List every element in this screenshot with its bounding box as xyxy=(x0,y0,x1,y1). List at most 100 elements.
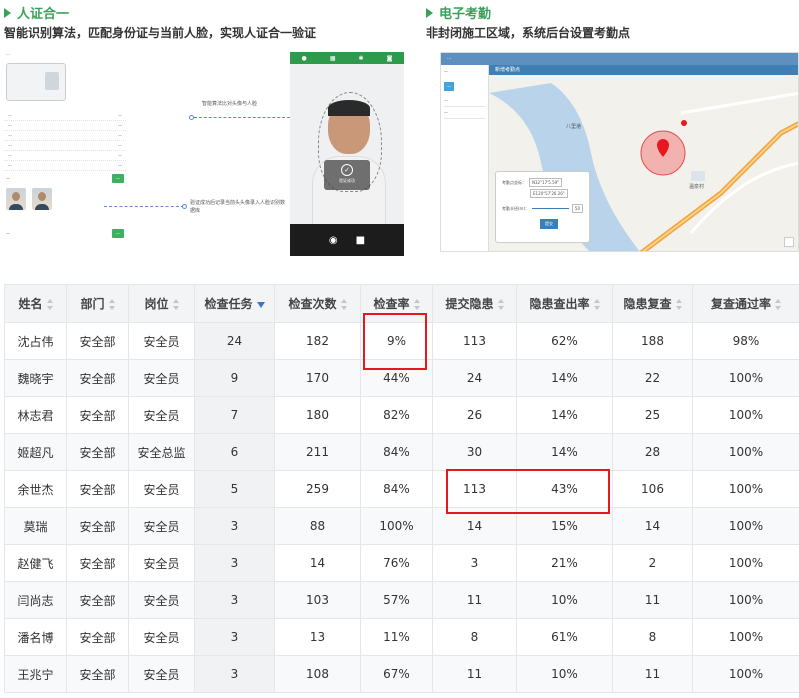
table-cell: 潘名博 xyxy=(4,618,67,656)
sort-icon[interactable] xyxy=(413,299,420,310)
coordinate-input[interactable]: N32°17'5.59" xyxy=(529,178,563,187)
table-cell: 188 xyxy=(612,322,693,360)
modal-title: 新增考勤点 xyxy=(489,65,798,75)
section-subtitle: 非封闭施工区域，系统后台设置考勤点 xyxy=(426,26,631,40)
video-icon[interactable]: ■ xyxy=(356,235,365,246)
table-cell: 30 xyxy=(432,433,517,471)
coordinate-input[interactable]: E120°57'26.26" xyxy=(530,189,568,198)
list-item[interactable]: — xyxy=(444,107,485,119)
highlight-box-hazard xyxy=(446,469,610,514)
table-cell: 安全部 xyxy=(66,359,129,397)
column-header[interactable]: 隐患查出率 xyxy=(516,284,613,323)
table-cell: 安全员 xyxy=(128,470,195,508)
sort-icon[interactable] xyxy=(108,299,115,310)
table-cell: 赵健飞 xyxy=(4,544,67,582)
sort-icon[interactable] xyxy=(340,299,347,310)
capture-icon[interactable]: ◉ xyxy=(329,235,338,246)
table-cell: 14 xyxy=(612,507,693,545)
attendance-point-form: 考勤点坐标： N32°17'5.59" E120°57'26.26" 考勤半径(… xyxy=(495,171,590,243)
table-cell: 安全部 xyxy=(66,618,129,656)
table-cell: 沈占伟 xyxy=(4,322,67,360)
sort-icon[interactable] xyxy=(775,299,781,310)
sort-icon[interactable] xyxy=(497,299,504,310)
radius-input[interactable]: 50 xyxy=(571,204,583,213)
face-photo xyxy=(6,188,26,210)
column-header[interactable]: 姓名 xyxy=(4,284,67,323)
confirm-row: — — xyxy=(4,226,126,241)
table-row[interactable]: 赵健飞 安全部 安全员 3 14 76% 3 21% 2 100% xyxy=(4,544,799,582)
table-cell: 100% xyxy=(692,396,799,434)
gear-icon[interactable]: ✱ xyxy=(359,55,364,62)
table-cell: 8 xyxy=(612,618,693,656)
radius-slider[interactable] xyxy=(532,208,569,209)
table-cell: 100% xyxy=(692,433,799,471)
info-row: — — xyxy=(4,141,126,151)
sort-icon[interactable] xyxy=(172,299,179,310)
submit-button[interactable]: 提交 xyxy=(540,219,558,229)
table-row[interactable]: 姬超凡 安全部 安全总监 6 211 84% 30 14% 28 100% xyxy=(4,433,799,471)
table-row[interactable]: 林志君 安全部 安全员 7 180 82% 26 14% 25 100% xyxy=(4,396,799,434)
table-cell: 106 xyxy=(612,470,693,508)
column-header[interactable]: 部门 xyxy=(66,284,129,323)
list-item[interactable]: — xyxy=(444,95,485,107)
table-cell: 25 xyxy=(612,396,693,434)
table-cell: 76% xyxy=(360,544,433,582)
table-cell: 103 xyxy=(274,581,361,619)
table-cell: 3 xyxy=(194,581,275,619)
table-cell: 安全员 xyxy=(128,322,195,360)
table-cell: 安全总监 xyxy=(128,433,195,471)
table-cell: 莫瑞 xyxy=(4,507,67,545)
table-cell: 安全员 xyxy=(128,655,195,693)
table-cell: 3 xyxy=(432,544,517,582)
table-cell: 5 xyxy=(194,470,275,508)
column-header[interactable]: 岗位 xyxy=(128,284,195,323)
table-cell: 安全员 xyxy=(128,618,195,656)
table-cell: 安全部 xyxy=(66,581,129,619)
table-row[interactable]: 潘名博 安全部 安全员 3 13 11% 8 61% 8 100% xyxy=(4,618,799,656)
grid-icon[interactable]: ▦ xyxy=(330,55,336,62)
table-cell: 安全部 xyxy=(66,433,129,471)
table-row[interactable]: 莫瑞 安全部 安全员 3 88 100% 14 15% 14 100% xyxy=(4,507,799,545)
column-header[interactable]: 隐患复查 xyxy=(612,284,693,323)
table-cell: 3 xyxy=(194,544,275,582)
table-cell: 11% xyxy=(360,618,433,656)
table-cell: 8 xyxy=(432,618,517,656)
info-row: — — xyxy=(4,161,126,171)
table-cell: 100% xyxy=(692,618,799,656)
table-cell: 安全部 xyxy=(66,396,129,434)
sort-icon[interactable] xyxy=(593,299,600,310)
id-card-panel: ··· — — — — — — — — — — — — — — — — xyxy=(4,48,126,254)
table-cell: 98% xyxy=(692,322,799,360)
highlight-box-check-rate xyxy=(363,313,427,370)
confirm-button[interactable]: — xyxy=(112,229,124,238)
table-row[interactable]: 余世杰 安全部 安全员 5 259 84% 113 43% 106 100% xyxy=(4,470,799,508)
face-photos xyxy=(4,186,126,212)
attendance-map[interactable]: ··· — — — — 新增考勤点 考勤点坐标： N32°17'5.59" E1… xyxy=(440,52,799,252)
phone-camera-screen: ● ▦ ✱ ◙ ✓ 验证成功 ◉ ■ xyxy=(290,52,404,256)
table-row[interactable]: 闫尚志 安全部 安全员 3 103 57% 11 10% 11 100% xyxy=(4,581,799,619)
column-header[interactable]: 复查通过率 xyxy=(692,284,799,323)
table-cell: 259 xyxy=(274,470,361,508)
location-icon[interactable]: ● xyxy=(302,55,307,62)
verify-button[interactable]: — xyxy=(112,174,124,183)
column-header-sorted[interactable]: 检查任务 xyxy=(194,284,275,323)
table-cell: 3 xyxy=(194,655,275,693)
table-cell: 62% xyxy=(516,322,613,360)
info-row: — — xyxy=(4,111,126,121)
add-attendance-point-button[interactable]: — xyxy=(444,82,454,91)
section-title: 电子考勤 xyxy=(439,7,492,22)
zoom-control[interactable] xyxy=(784,237,794,247)
sort-desc-icon[interactable] xyxy=(256,301,265,308)
column-header[interactable]: 提交隐患 xyxy=(432,284,517,323)
table-cell: 21% xyxy=(516,544,613,582)
check-icon: ✓ xyxy=(341,164,353,176)
sort-icon[interactable] xyxy=(675,299,682,310)
table-cell: 安全员 xyxy=(128,581,195,619)
sort-icon[interactable] xyxy=(46,299,53,310)
table-cell: 170 xyxy=(274,359,361,397)
camera-switch-icon[interactable]: ◙ xyxy=(387,55,393,62)
table-cell: 24 xyxy=(432,359,517,397)
table-cell: 余世杰 xyxy=(4,470,67,508)
table-row[interactable]: 王兆宁 安全部 安全员 3 108 67% 11 10% 11 100% xyxy=(4,655,799,693)
column-header[interactable]: 检查次数 xyxy=(274,284,361,323)
